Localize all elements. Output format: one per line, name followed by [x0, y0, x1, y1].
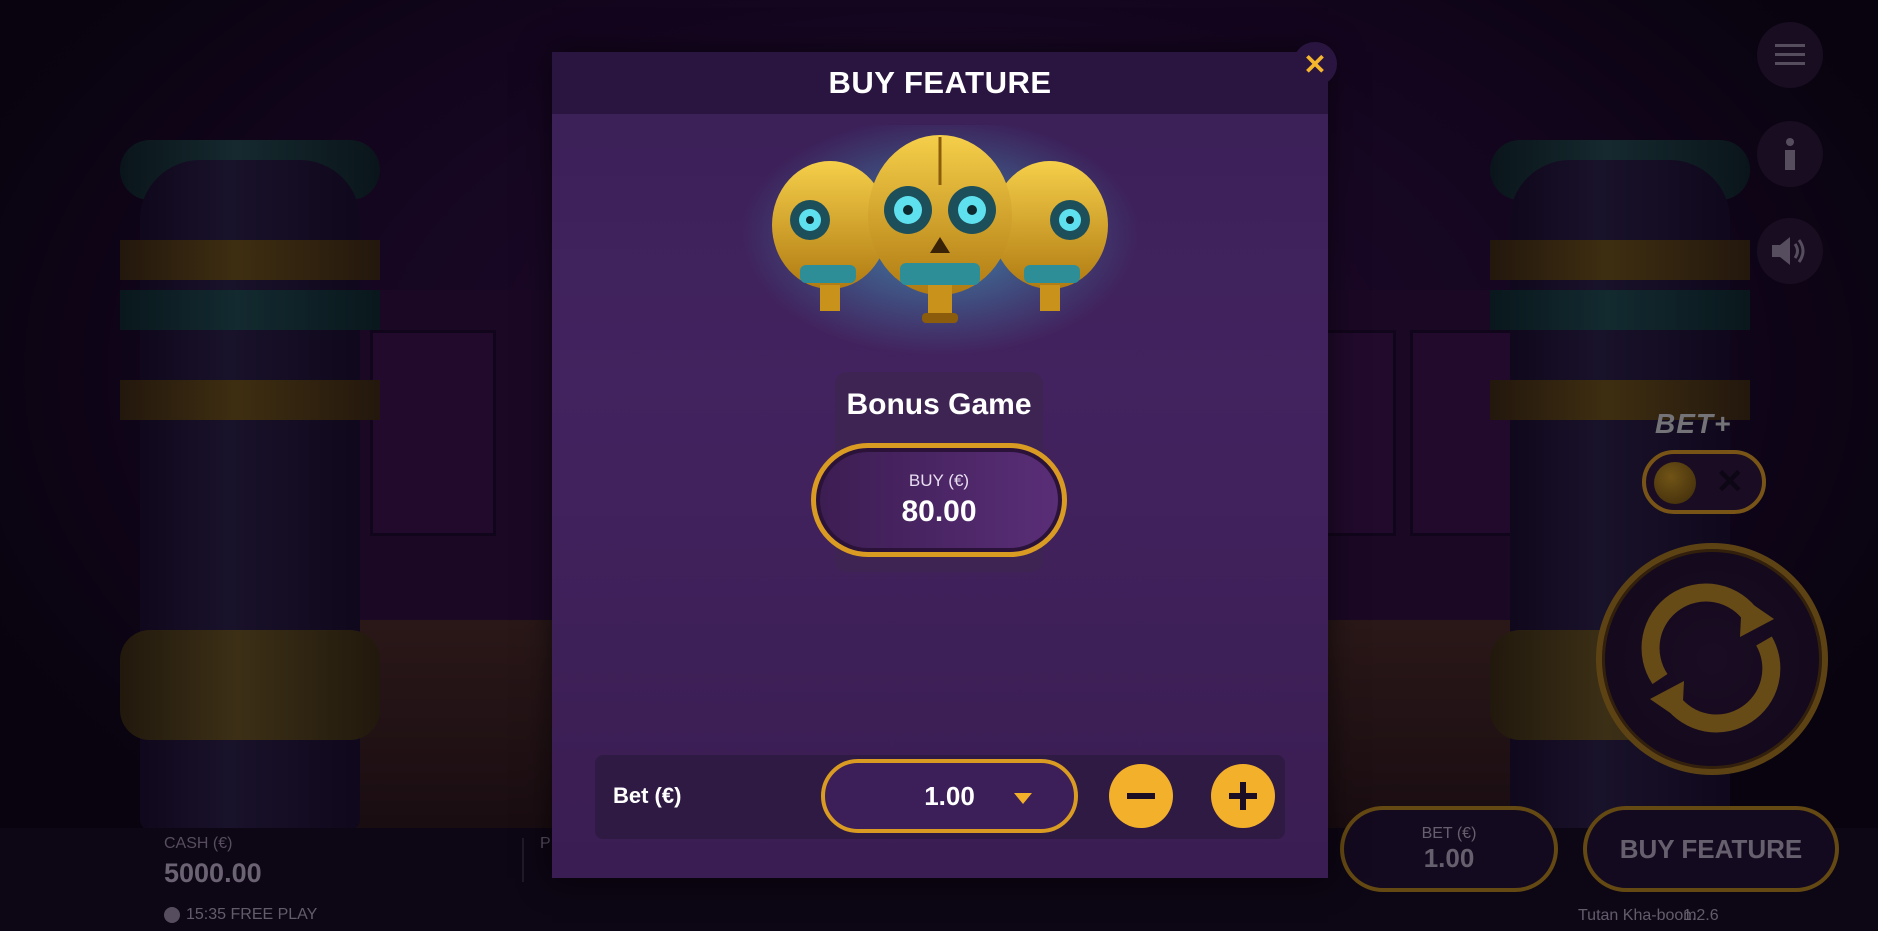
close-icon: ✕	[1303, 48, 1327, 80]
modal-header: BUY FEATURE	[552, 52, 1328, 114]
buy-price: 80.00	[901, 495, 977, 528]
bet-select[interactable]: 1.00	[821, 759, 1078, 833]
close-button[interactable]: ✕	[1293, 42, 1337, 86]
bet-select-value: 1.00	[924, 780, 975, 811]
bet-label: Bet (€)	[613, 783, 682, 808]
increase-bet-button[interactable]	[1211, 764, 1275, 828]
buy-bonus-button[interactable]: BUY (€) 80.00	[811, 443, 1067, 557]
feature-name: Bonus Game	[846, 388, 1032, 421]
plus-icon	[1229, 782, 1257, 810]
bonus-skulls-art	[740, 125, 1140, 355]
minus-icon	[1127, 793, 1155, 799]
decrease-bet-button[interactable]	[1109, 764, 1173, 828]
buy-label: BUY (€)	[908, 471, 970, 490]
caret-down-icon	[1014, 793, 1032, 804]
modal-title: BUY FEATURE	[828, 65, 1052, 100]
